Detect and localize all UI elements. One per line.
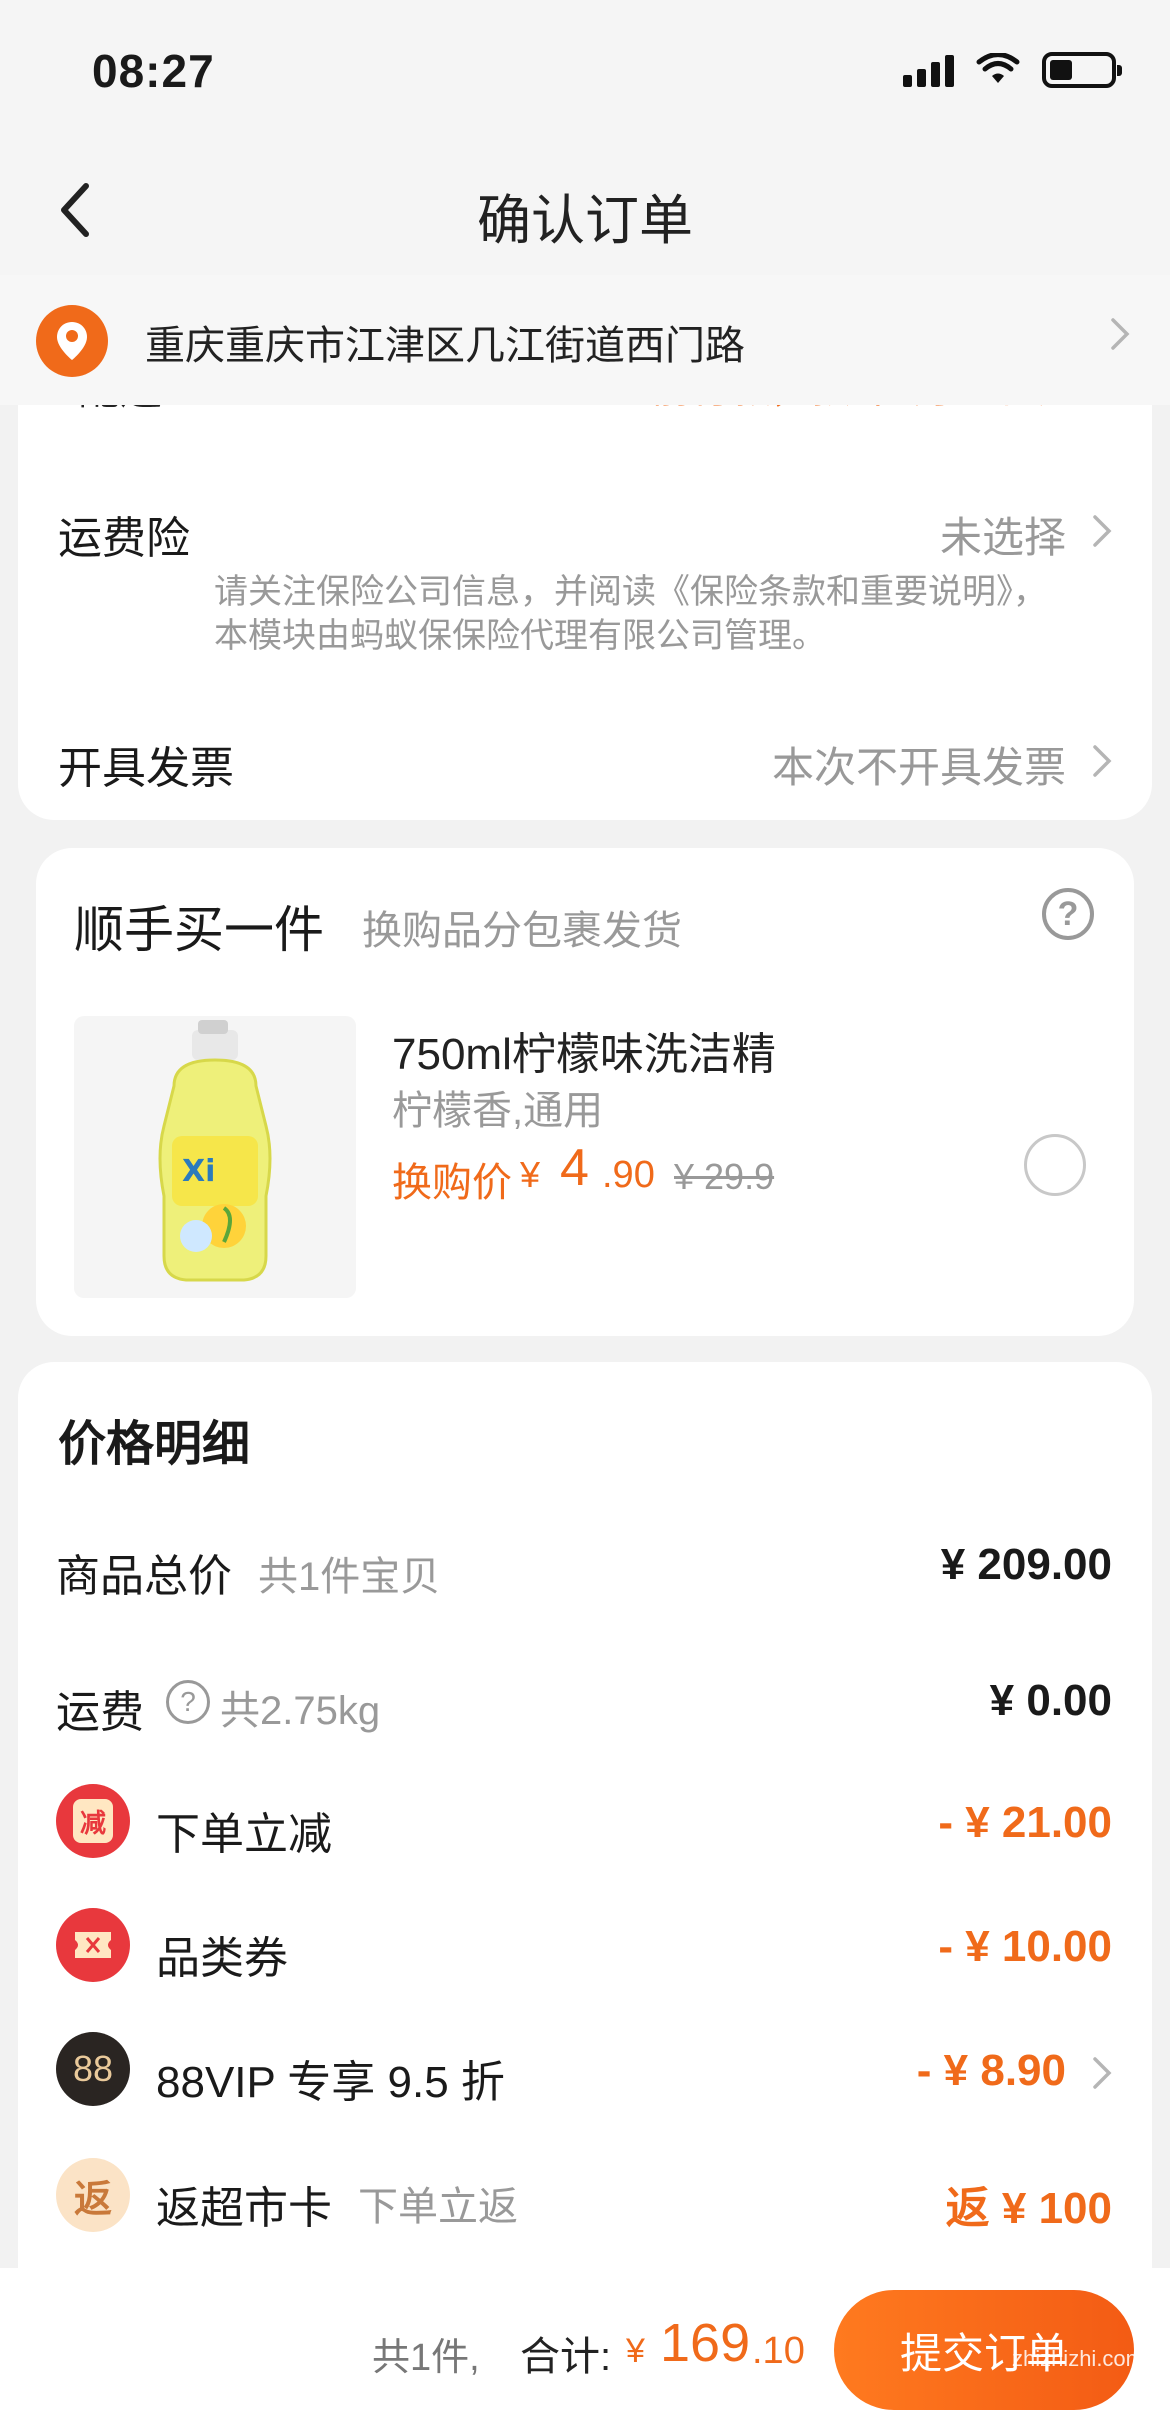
address-text: 重庆重庆市江津区几江街道西门路 xyxy=(145,324,745,368)
instant-discount-value: - ¥ 21.00 xyxy=(938,1798,1112,1847)
shipping-insurance-label: 运费险 xyxy=(58,514,190,563)
total-label: 合计: xyxy=(520,2335,612,2379)
vip-discount-label[interactable]: 88VIP 专享 9.5 折 xyxy=(156,2046,505,2110)
supermarket-card-value: 返 ¥ 100 xyxy=(945,2184,1112,2233)
chevron-right-icon xyxy=(1093,2057,1112,2089)
page-title: 确认订单 xyxy=(477,191,693,251)
wifi-icon xyxy=(976,53,1020,83)
supermarket-card-sub: 下单立返 xyxy=(358,2185,518,2229)
coupon-icon xyxy=(56,1908,130,1982)
insurance-note: 请关注保险公司信息，并阅读《保险条款和重要说明》，本模块由蚂蚁保保险代理有限公司… xyxy=(214,573,1047,655)
chevron-right-icon xyxy=(1111,318,1130,350)
addon-select-radio[interactable] xyxy=(1024,1134,1086,1196)
status-time: 08:27 xyxy=(92,45,215,97)
category-coupon-value: - ¥ 10.00 xyxy=(938,1922,1112,1971)
shipping-fee-label: 运费 xyxy=(56,1688,144,1737)
product-spec: 柠檬香,通用 xyxy=(392,1089,604,1133)
shipping-insurance-value: 未选择 xyxy=(939,514,1066,561)
vip-discount-value[interactable]: - ¥ 8.90 xyxy=(917,2046,1066,2096)
item-count: 共1件, xyxy=(372,2337,480,2379)
swap-price-integer: 4 xyxy=(560,1139,589,1197)
category-coupon-label: 品类券 xyxy=(156,1934,288,1983)
addon-card: 顺手买一件 换购品分包裹发货 ? Xi 750ml柠檬味洗洁精 柠檬香,通用 换… xyxy=(36,848,1134,1336)
subtotal-label: 商品总价 xyxy=(56,1552,232,1601)
total-decimal: .10 xyxy=(752,2330,805,2372)
instant-discount-label: 下单立减 xyxy=(156,1810,332,1859)
swap-price-label: 换购价 xyxy=(392,1161,512,1205)
total-integer: 169 xyxy=(660,2313,751,2373)
status-bar: 08:27 xyxy=(0,0,1170,140)
original-price: ¥ 29.9 xyxy=(674,1156,775,1197)
battery-icon xyxy=(1042,52,1122,88)
shipping-fee-value: ¥ 0.00 xyxy=(989,1676,1112,1725)
chevron-right-icon xyxy=(1093,745,1112,777)
swap-price-decimal: .90 xyxy=(602,1154,655,1196)
watermark: zhizhizhi.com xyxy=(1011,2346,1144,2371)
subtotal-count: 共1件宝贝 xyxy=(258,1555,441,1599)
bottom-bar: 共1件, 合计: ¥ 169 .10 提交订单 zhizhizhi.com xyxy=(0,2268,1170,2430)
invoice-label: 开具发票 xyxy=(58,744,234,793)
svg-text:Xi: Xi xyxy=(182,1154,215,1189)
cashback-icon: 返 xyxy=(56,2158,130,2232)
supermarket-card-label: 返超市卡 xyxy=(156,2184,332,2233)
chevron-right-icon xyxy=(1093,515,1112,547)
addon-title: 顺手买一件 xyxy=(74,902,324,958)
nav-bar: 确认订单 xyxy=(0,140,1170,275)
help-icon[interactable]: ? xyxy=(166,1680,210,1724)
swap-price-currency: ¥ xyxy=(520,1154,541,1195)
invoice-value: 本次不开具发票 xyxy=(771,744,1066,791)
subtotal-value: ¥ 209.00 xyxy=(940,1540,1112,1589)
location-pin-icon xyxy=(36,305,108,377)
vip-88-icon: 88 xyxy=(56,2032,130,2106)
price-detail-title: 价格明细 xyxy=(58,1418,251,1471)
total-currency: ¥ xyxy=(626,2332,645,2370)
status-icons xyxy=(903,52,1122,88)
address-bar[interactable]: 重庆重庆市江津区几江街道西门路 xyxy=(0,275,1170,405)
discount-icon: 减 xyxy=(56,1784,130,1858)
addon-subtitle: 换购品分包裹发货 xyxy=(362,909,682,953)
product-name[interactable]: 750ml柠檬味洗洁精 xyxy=(392,1018,776,1082)
product-image[interactable]: Xi xyxy=(74,1016,356,1298)
signal-icon xyxy=(903,53,954,87)
help-icon[interactable]: ? xyxy=(1042,888,1094,940)
shipping-weight: 共2.75kg xyxy=(220,1689,381,1733)
order-info-card: 配送 15:01前付款，预计3月25日送达 运费险 未选择 请关注保险公司信息，… xyxy=(18,380,1152,820)
